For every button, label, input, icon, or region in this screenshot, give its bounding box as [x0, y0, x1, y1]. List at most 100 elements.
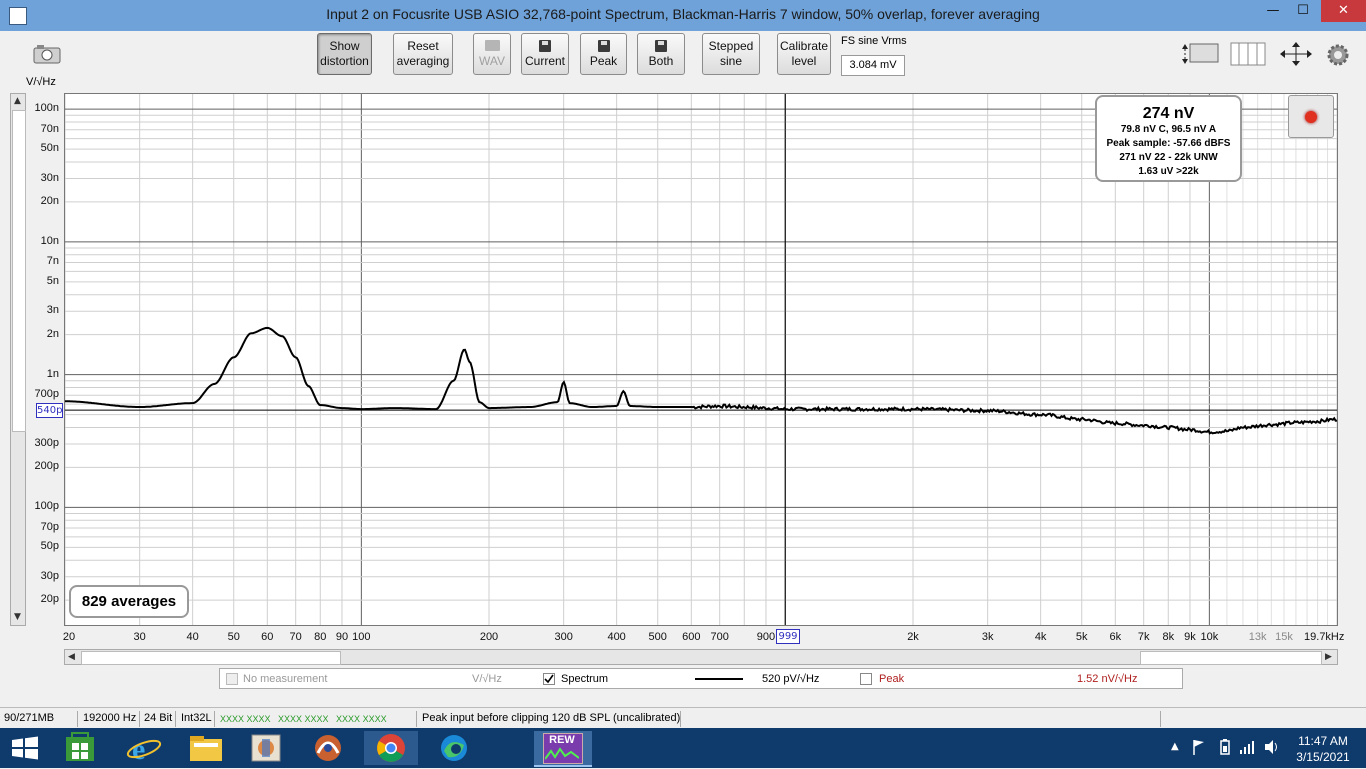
- vertical-scroll-thumb[interactable]: [12, 110, 26, 432]
- edge-icon[interactable]: [432, 731, 476, 765]
- volume-icon[interactable]: [1263, 738, 1281, 756]
- legend-bar: No measurement V/√Hz Spectrum 520 pV/√Hz…: [219, 668, 1183, 689]
- reset-averaging-label-1: Reset: [407, 39, 439, 53]
- chrome-icon[interactable]: [364, 731, 418, 765]
- store-icon[interactable]: [58, 731, 102, 765]
- x-tick-label: 5k: [1075, 631, 1088, 643]
- x-tick-label: 900: [756, 631, 776, 643]
- maximize-button[interactable]: ☐: [1288, 0, 1318, 22]
- x-tick-label: 100: [352, 631, 371, 643]
- x-tick-label: 400: [607, 631, 626, 643]
- x-tick-label: 80: [314, 631, 327, 643]
- horizontal-scroll-thumb[interactable]: [81, 651, 341, 665]
- wav-label: WAV: [479, 53, 505, 68]
- camera-icon[interactable]: [32, 44, 62, 64]
- status-divider: [214, 711, 215, 727]
- no-measurement-checkbox[interactable]: [226, 673, 238, 685]
- y-tick-label: 1n: [46, 367, 59, 380]
- clock[interactable]: 11:47 AM 3/15/2021: [1288, 733, 1358, 765]
- horizontal-scroll-thumb-right[interactable]: [1140, 651, 1322, 665]
- tray-expand-icon[interactable]: ▲: [1171, 741, 1179, 752]
- save-icon: [655, 39, 667, 52]
- minimize-button[interactable]: —: [1258, 0, 1288, 22]
- calibrate-level-button[interactable]: Calibrate level: [777, 33, 831, 75]
- wav-button[interactable]: WAV: [473, 33, 511, 75]
- y-tick-label: 30p: [40, 569, 59, 582]
- settings-gear-icon[interactable]: [1326, 43, 1350, 67]
- spectrum-checkbox[interactable]: [543, 673, 555, 685]
- y-tick-label: 30n: [40, 171, 59, 184]
- status-divider: [139, 711, 140, 727]
- status-divider: [1160, 711, 1161, 727]
- battery-icon[interactable]: [1218, 738, 1232, 756]
- x-tick-label: 60: [261, 631, 274, 643]
- y-tick-label: 70p: [40, 520, 59, 533]
- scroll-up-icon[interactable]: ▲: [14, 96, 21, 106]
- file-explorer-icon[interactable]: [184, 731, 228, 765]
- scroll-left-icon[interactable]: ◀: [68, 652, 75, 662]
- x-tick-label: 90: [335, 631, 349, 643]
- y-tick-label: 200p: [34, 460, 59, 473]
- x-tick-label: 15k: [1275, 631, 1293, 643]
- status-message: Peak input before clipping 120 dB SPL (u…: [422, 712, 681, 724]
- app-shortcut-icon[interactable]: [244, 731, 288, 765]
- calibrate-level-label-1: Calibrate: [779, 39, 829, 53]
- x-tick-label: 6k: [1109, 631, 1122, 643]
- scroll-down-icon[interactable]: ▼: [14, 612, 21, 622]
- reset-averaging-button[interactable]: Reset averaging: [393, 33, 453, 75]
- layout-columns-icon[interactable]: [1230, 42, 1266, 66]
- x-tick-label: 9k: [1184, 631, 1196, 643]
- resize-vertical-icon[interactable]: [1180, 40, 1220, 68]
- x-tick-label: 4k: [1034, 631, 1047, 643]
- y-tick-label: 70n: [40, 122, 59, 135]
- clock-date: 3/15/2021: [1296, 750, 1350, 764]
- averages-count: 829 averages: [69, 585, 189, 618]
- x-tick-label: 20: [62, 631, 76, 643]
- rew-icon-label: REW: [549, 734, 575, 746]
- show-distortion-label-2: distortion: [320, 54, 369, 68]
- level-readout-box: 274 nV 79.8 nV C, 96.5 nV A Peak sample:…: [1095, 95, 1242, 182]
- show-distortion-label-1: Show: [329, 39, 360, 53]
- readout-unweighted: 271 nV 22 - 22k UNW: [1119, 152, 1218, 163]
- save-peak-button[interactable]: Peak: [580, 33, 627, 75]
- no-measurement-label: No measurement: [243, 673, 328, 685]
- input-level-meters: XXXX XXXX XXXX XXXX XXXX XXXX: [220, 714, 387, 724]
- y-tick-label: 20n: [40, 194, 59, 207]
- stepped-sine-button[interactable]: Stepped sine: [702, 33, 760, 75]
- status-bar: 90/271MB 192000 Hz 24 Bit Int32L XXXX XX…: [0, 707, 1366, 730]
- peak-label: Peak: [589, 53, 618, 68]
- save-current-button[interactable]: Current: [521, 33, 569, 75]
- fit-graph-icon[interactable]: [1278, 40, 1314, 68]
- scroll-right-icon[interactable]: ▶: [1325, 652, 1332, 662]
- save-both-button[interactable]: Both: [637, 33, 685, 75]
- peak-legend-value: 1.52 nV/√Hz: [1077, 673, 1138, 685]
- fs-sine-value: 3.084 mV: [841, 55, 905, 76]
- x-tick-label: 200: [479, 631, 499, 643]
- both-label: Both: [648, 53, 674, 68]
- y-cursor-readout: 540p: [36, 403, 63, 418]
- y-tick-label: 100n: [34, 102, 59, 115]
- signal-icon[interactable]: [1239, 738, 1257, 756]
- x-tick-label: 600: [682, 631, 701, 643]
- save-icon: [597, 39, 610, 52]
- flag-icon[interactable]: [1192, 738, 1206, 756]
- x-tick-label: 40: [186, 631, 199, 643]
- x-tick-label: 10k: [1200, 631, 1219, 643]
- y-tick-label: 50n: [40, 142, 59, 155]
- audio-tool-icon[interactable]: [306, 731, 350, 765]
- readout-peak-sample: Peak sample: -57.66 dBFS: [1106, 138, 1231, 149]
- sample-rate: 192000 Hz: [83, 712, 137, 724]
- close-button[interactable]: ✕: [1321, 0, 1366, 22]
- show-distortion-button[interactable]: Show distortion: [317, 33, 372, 75]
- rew-app-icon[interactable]: REW: [534, 731, 592, 767]
- legend-unit-label: V/√Hz: [472, 673, 502, 685]
- internet-explorer-icon[interactable]: e: [122, 731, 166, 766]
- stepped-sine-label-1: Stepped: [708, 39, 754, 53]
- save-icon: [539, 39, 551, 52]
- sample-format: Int32L: [181, 712, 212, 724]
- folder-icon: [484, 39, 500, 51]
- reset-averaging-label-2: averaging: [396, 54, 450, 68]
- x-tick-label: 30: [133, 631, 146, 643]
- peak-checkbox[interactable]: [860, 673, 872, 685]
- start-windows-icon[interactable]: [10, 736, 40, 760]
